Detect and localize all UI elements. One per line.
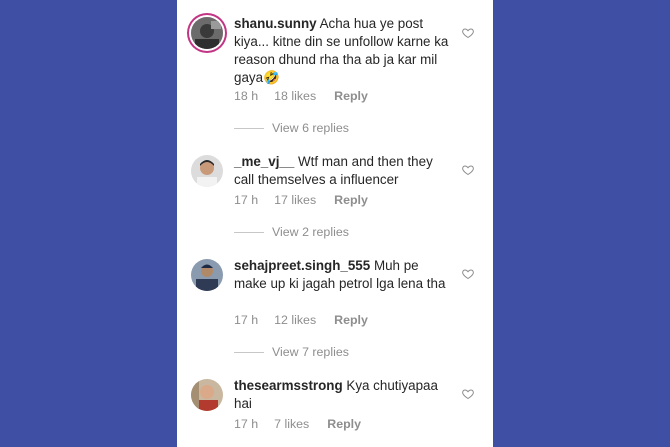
reply-button[interactable]: Reply: [327, 417, 361, 431]
reply-button[interactable]: Reply: [334, 89, 368, 103]
comment-likes[interactable]: 12 likes: [274, 313, 316, 327]
view-replies-button[interactable]: View 2 replies: [234, 225, 349, 239]
view-replies-label: View 7 replies: [272, 345, 349, 359]
avatar[interactable]: [191, 379, 223, 411]
avatar[interactable]: [191, 259, 223, 291]
comment-time: 18 h: [234, 89, 259, 103]
comment-time: 17 h: [234, 193, 259, 207]
comment-text: _me_vj__ Wtf man and then they call them…: [234, 153, 449, 189]
comment-time: 17 h: [234, 313, 259, 327]
reply-button[interactable]: Reply: [334, 193, 368, 207]
comments-panel: shanu.sunny Acha hua ye post kiya... kit…: [177, 0, 493, 447]
view-replies-button[interactable]: View 6 replies: [234, 121, 349, 135]
heart-icon[interactable]: [462, 27, 474, 39]
reply-button[interactable]: Reply: [334, 313, 368, 327]
comment-username[interactable]: sehajpreet.singh_555: [234, 258, 370, 273]
comment-meta: 17 h 12 likes Reply: [234, 313, 368, 327]
heart-icon[interactable]: [462, 268, 474, 280]
comment-meta: 17 h 7 likes Reply: [234, 417, 361, 431]
comment-time: 17 h: [234, 417, 259, 431]
avatar[interactable]: [191, 155, 223, 187]
avatar[interactable]: [191, 17, 223, 49]
comment-likes[interactable]: 7 likes: [274, 417, 309, 431]
comment-meta: 17 h 17 likes Reply: [234, 193, 368, 207]
heart-icon[interactable]: [462, 388, 474, 400]
comment-text: sehajpreet.singh_555 Muh pe make up ki j…: [234, 257, 449, 293]
replies-divider: [234, 127, 264, 129]
comment-username[interactable]: shanu.sunny: [234, 16, 317, 31]
comment-text: shanu.sunny Acha hua ye post kiya... kit…: [234, 15, 449, 87]
replies-divider: [234, 231, 264, 233]
view-replies-label: View 2 replies: [272, 225, 349, 239]
comment-likes[interactable]: 17 likes: [274, 193, 316, 207]
comment-username[interactable]: thesearmsstrong: [234, 378, 343, 393]
comment-text: thesearmsstrong Kya chutiyapaa hai: [234, 377, 449, 413]
comment-likes[interactable]: 18 likes: [274, 89, 316, 103]
view-replies-button[interactable]: View 7 replies: [234, 345, 349, 359]
replies-divider: [234, 351, 264, 353]
rofl-emoji: 🤣: [263, 70, 280, 85]
heart-icon[interactable]: [462, 164, 474, 176]
comment-username[interactable]: _me_vj__: [234, 154, 294, 169]
view-replies-label: View 6 replies: [272, 121, 349, 135]
comment-meta: 18 h 18 likes Reply: [234, 89, 368, 103]
